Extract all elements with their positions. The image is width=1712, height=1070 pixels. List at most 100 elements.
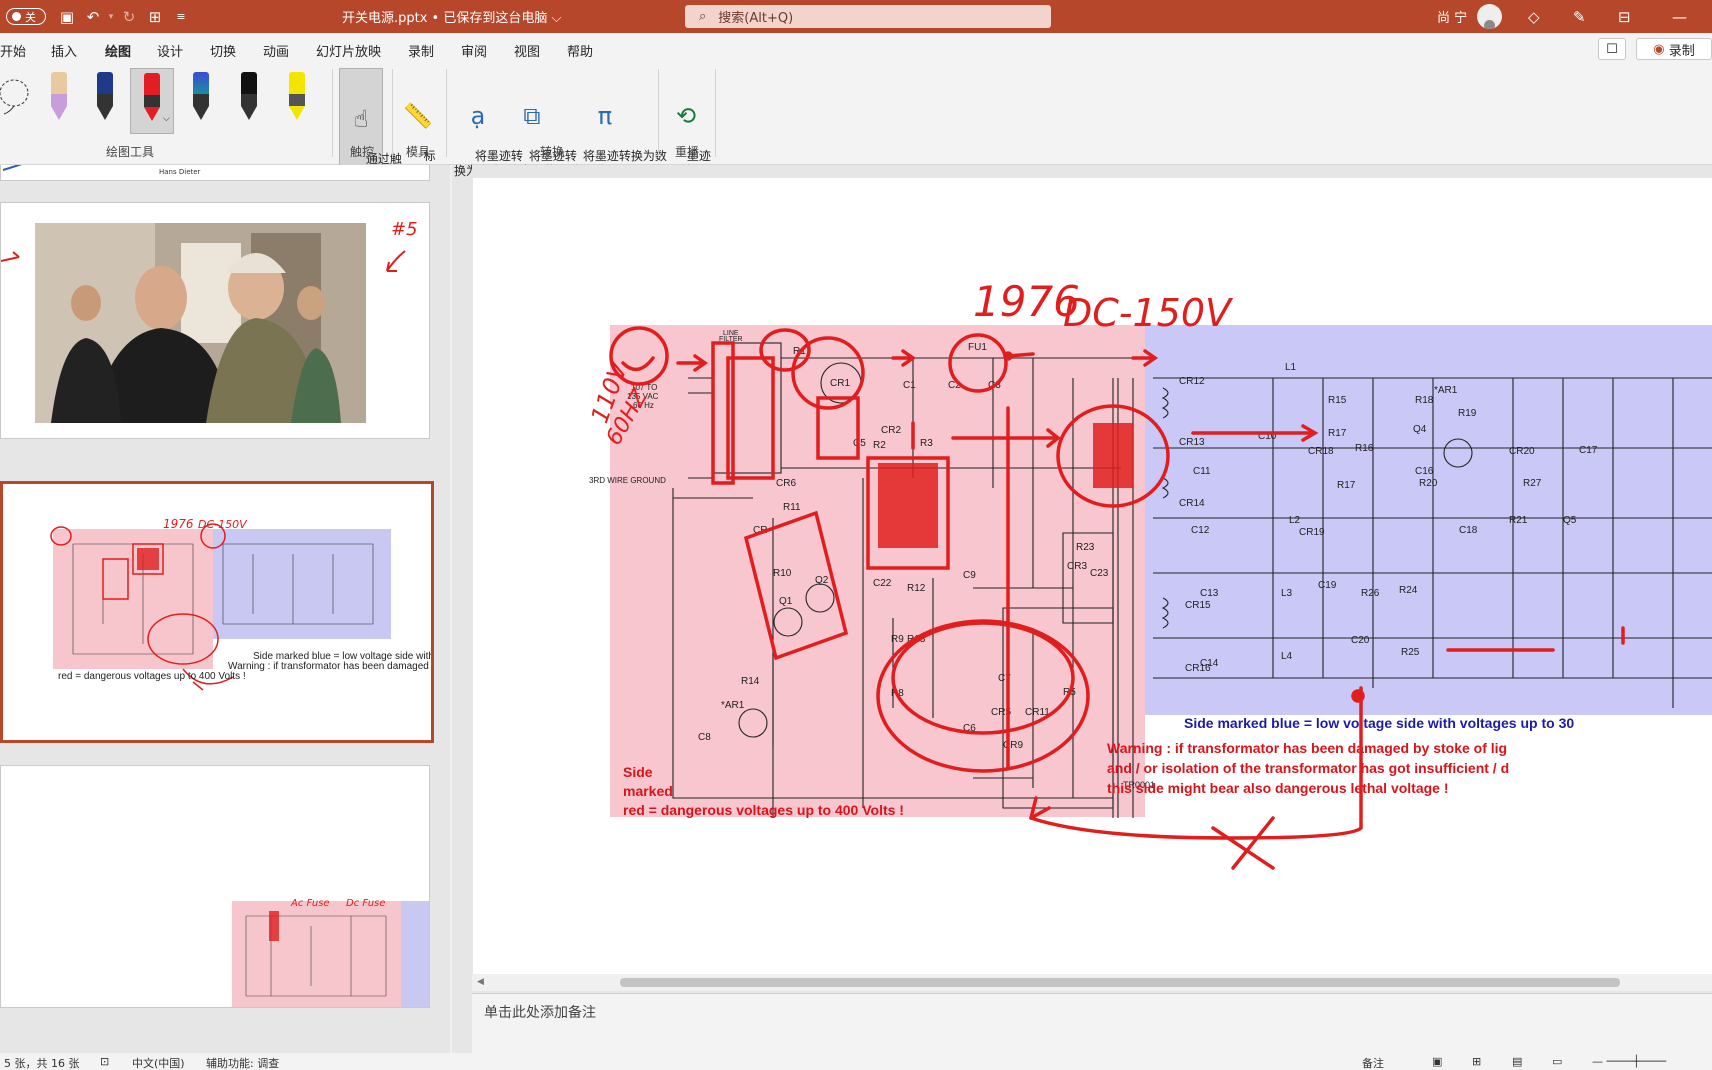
horizontal-scrollbar[interactable]: ◀ xyxy=(472,974,1712,991)
thumb-annotation: #5 xyxy=(391,219,418,240)
svg-text:R21: R21 xyxy=(1509,515,1528,526)
svg-text:R23: R23 xyxy=(1076,542,1095,553)
pen-red-selected[interactable]: ⌵ xyxy=(130,68,174,134)
svg-text:FU1: FU1 xyxy=(968,342,987,353)
svg-text:C18: C18 xyxy=(1459,525,1478,536)
warning-line-3: this side might bear also dangerous leth… xyxy=(1107,780,1449,796)
svg-text:R14: R14 xyxy=(741,676,760,687)
pen-navy[interactable] xyxy=(84,68,128,130)
svg-text:DC-150V: DC-150V xyxy=(198,518,248,531)
tab-review[interactable]: 审阅 xyxy=(461,41,487,60)
tab-draw[interactable]: 绘图 xyxy=(105,41,132,68)
slide-thumbnails-pane[interactable]: Hans Dieter #5 1976 DC-150V Side marked … xyxy=(0,165,452,1053)
group-separator xyxy=(332,69,333,157)
accessibility-status[interactable]: 辅助功能: 调查 xyxy=(206,1055,279,1070)
ribbon-display-icon[interactable]: ⊟ xyxy=(1618,0,1631,33)
spellcheck-icon[interactable]: ⊡ xyxy=(100,1055,109,1068)
tab-design[interactable]: 设计 xyxy=(157,41,183,60)
svg-text:3RD WIRE GROUND: 3RD WIRE GROUND xyxy=(589,476,666,485)
slide-thumbnail-6[interactable]: Ac Fuse Dc Fuse xyxy=(0,765,430,1008)
title-bar: 关 ▣ ↶ ▾ ↻ ⊞ ≡ 开关电源.pptx • 已保存到这台电脑 ⌵ ⌕ 搜… xyxy=(0,0,1712,33)
notes-toggle[interactable]: 备注 xyxy=(1362,1055,1384,1070)
svg-text:R25: R25 xyxy=(1401,647,1420,658)
slide-sorter-icon[interactable]: ⊞ xyxy=(1472,1055,1481,1068)
svg-text:R10: R10 xyxy=(773,568,792,579)
svg-text:C1: C1 xyxy=(903,380,916,391)
svg-text:CR2: CR2 xyxy=(881,425,901,436)
highlighter-yellow[interactable] xyxy=(276,68,320,130)
svg-text:Q4: Q4 xyxy=(1413,424,1427,435)
chevron-down-icon[interactable]: ▾ xyxy=(106,12,116,22)
svg-text:*AR1: *AR1 xyxy=(721,700,745,711)
svg-text:red = dangerous voltages up to: red = dangerous voltages up to 400 Volts… xyxy=(58,671,246,682)
customize-qat-icon[interactable]: ≡ xyxy=(168,10,194,23)
tab-home[interactable]: 开始 xyxy=(0,41,26,60)
svg-text:C14: C14 xyxy=(1200,658,1219,669)
group-stencils: 模具 xyxy=(406,145,431,159)
red-side-label-1: Side xyxy=(623,764,653,780)
svg-text:C19: C19 xyxy=(1318,580,1337,591)
svg-text:R17: R17 xyxy=(1337,480,1356,491)
document-title[interactable]: 开关电源.pptx • 已保存到这台电脑 ⌵ xyxy=(342,0,561,33)
presentation-icon[interactable]: ⊞ xyxy=(142,8,168,26)
redo-icon[interactable]: ↻ xyxy=(116,8,142,26)
thumbnails-scrollbar[interactable]: ▲ ▼ xyxy=(450,165,452,1053)
pen-beige[interactable] xyxy=(38,68,82,130)
tab-slideshow[interactable]: 幻灯片放映 xyxy=(316,41,381,60)
reading-view-icon[interactable]: ▤ xyxy=(1512,1055,1522,1068)
pen-galaxy[interactable] xyxy=(180,68,224,130)
ink-scribble-fill xyxy=(1093,423,1133,488)
pen-sparkle-icon[interactable]: ✎ xyxy=(1573,0,1586,33)
svg-text:Warning : if transformator has: Warning : if transformator has been dama… xyxy=(228,661,434,672)
svg-text:R20: R20 xyxy=(1419,478,1438,489)
svg-text:R15: R15 xyxy=(1328,395,1347,406)
zoom-slider[interactable]: — ────┼──── xyxy=(1592,1055,1666,1068)
slideshow-icon[interactable]: ▭ xyxy=(1552,1055,1562,1068)
autosave-toggle[interactable]: 关 xyxy=(6,0,46,33)
lasso-select-button[interactable] xyxy=(0,71,36,123)
blue-side-area xyxy=(1145,325,1712,715)
user-account[interactable]: 尚 宁 xyxy=(1437,0,1503,33)
ribbon-tabs: 开始 插入 绘图 设计 切换 动画 幻灯片放映 录制 审阅 视图 帮助 ☐ ◉ … xyxy=(0,33,1712,68)
save-icon[interactable]: ▣ xyxy=(54,8,80,26)
pi-icon: π xyxy=(597,101,613,130)
record-button[interactable]: ◉ 录制 xyxy=(1636,38,1712,60)
normal-view-icon[interactable]: ▣ xyxy=(1432,1055,1442,1068)
svg-text:R17: R17 xyxy=(1328,428,1347,439)
svg-text:Ac Fuse: Ac Fuse xyxy=(290,898,330,909)
tab-view[interactable]: 视图 xyxy=(514,41,540,60)
ink-to-shape-icon: ⧉ xyxy=(523,101,541,130)
search-placeholder: 搜索(Alt+Q) xyxy=(718,11,794,26)
comments-button[interactable]: ☐ xyxy=(1598,38,1626,60)
warning-line-2: and / or isolation of the transformator … xyxy=(1107,760,1509,776)
notes-placeholder: 单击此处添加备注 xyxy=(484,1005,596,1021)
schematic-slide: LINEFILTER 107 TO135 VAC60 Hz 3RD WIRE G… xyxy=(585,277,1712,870)
notes-pane[interactable]: 单击此处添加备注 xyxy=(472,993,1712,1053)
tab-transitions[interactable]: 切换 xyxy=(210,41,236,60)
scroll-left-icon[interactable]: ◀ xyxy=(477,977,484,987)
svg-text:CR19: CR19 xyxy=(1299,527,1325,538)
red-side-label-2: marked xyxy=(623,783,673,799)
undo-icon[interactable]: ↶ xyxy=(80,8,106,26)
slide-canvas[interactable]: LINE FILTER 107 TO 135 VAC 60 Hz 3RD WIRE G… xyxy=(473,178,1712,978)
slide-thumbnail-4[interactable]: #5 xyxy=(0,202,430,439)
pen-black[interactable] xyxy=(228,68,272,130)
group-touch: 触控 xyxy=(350,145,375,159)
tab-help[interactable]: 帮助 xyxy=(567,41,593,60)
slide-thumbnail-3[interactable]: Hans Dieter xyxy=(0,165,430,181)
minimize-icon[interactable]: — xyxy=(1672,0,1687,33)
ink-to-text-icon: ạ xyxy=(470,101,486,130)
svg-text:C16: C16 xyxy=(1415,466,1434,477)
scroll-thumb-horizontal[interactable] xyxy=(620,978,1620,987)
tab-insert[interactable]: 插入 xyxy=(51,41,77,60)
svg-text:R12: R12 xyxy=(907,583,926,594)
tab-animations[interactable]: 动画 xyxy=(263,41,289,60)
tab-record[interactable]: 录制 xyxy=(408,41,434,60)
language-indicator[interactable]: 中文(中国) xyxy=(132,1055,185,1070)
svg-text:C22: C22 xyxy=(873,578,892,589)
svg-text:Q1: Q1 xyxy=(779,596,793,607)
group-draw-tools: 绘图工具 xyxy=(106,145,155,159)
diamond-icon[interactable]: ◇ xyxy=(1528,0,1540,33)
search-box[interactable]: ⌕ 搜索(Alt+Q) xyxy=(685,5,1051,28)
slide-thumbnail-5-current[interactable]: 1976 DC-150V Side marked blue = low volt… xyxy=(0,481,434,743)
